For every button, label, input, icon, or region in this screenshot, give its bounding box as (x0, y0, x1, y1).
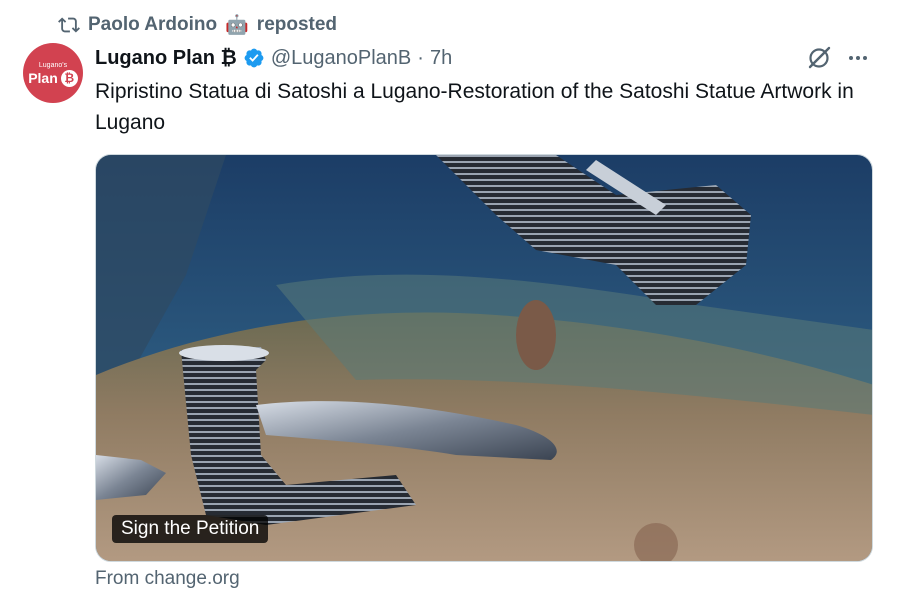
timestamp[interactable]: 7h (430, 47, 452, 70)
avatar[interactable]: Lugano's Plan ₿ (23, 43, 83, 103)
robot-emoji: 🤖 (225, 15, 249, 36)
link-card[interactable]: Sign the Petition (95, 154, 873, 562)
card-image (96, 155, 872, 561)
verified-badge-icon[interactable] (243, 47, 265, 69)
bitcoin-icon: ₿ (60, 69, 78, 87)
avatar-text-top: Lugano's (38, 61, 68, 69)
more-options-icon[interactable] (846, 46, 870, 70)
grok-icon[interactable] (806, 45, 832, 71)
avatar-text-plan: Plan (28, 70, 58, 86)
tweet-header: Lugano Plan ₿ @LuganoPlanB · 7h (95, 42, 452, 74)
repost-icon (58, 17, 80, 33)
card-title-overlay[interactable]: Sign the Petition (112, 515, 269, 543)
separator-dot: · (417, 46, 424, 69)
repost-action: reposted (256, 14, 338, 35)
repost-header[interactable]: Paolo Ardoino 🤖 reposted (58, 12, 337, 38)
tweet-text: Ripristino Statua di Satoshi a Lugano-Re… (95, 80, 854, 134)
author-name[interactable]: Lugano Plan ₿ (95, 47, 237, 70)
author-handle[interactable]: @LuganoPlanB (271, 47, 411, 70)
reposter-name[interactable]: Paolo Ardoino (88, 14, 217, 36)
card-source-domain[interactable]: From change.org (95, 568, 240, 590)
